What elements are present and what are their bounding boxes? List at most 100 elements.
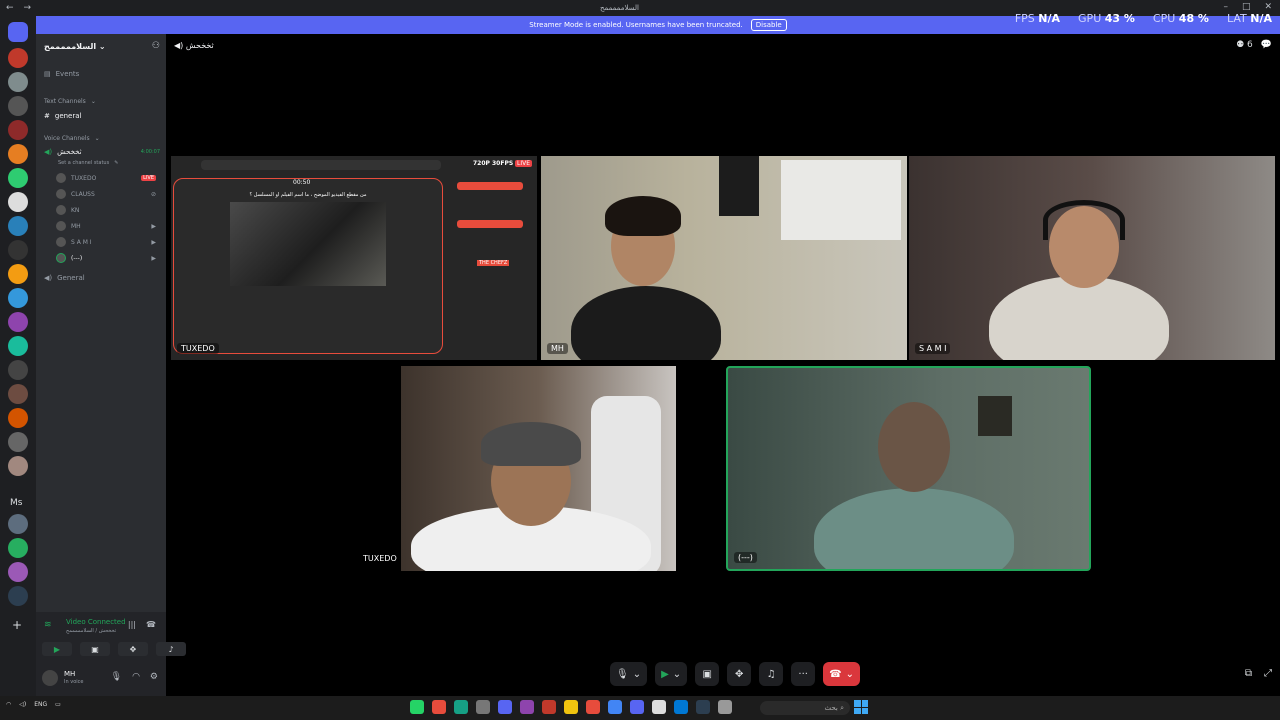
camera-toggle-button[interactable]: ▶ ⌄ — [655, 662, 688, 686]
server-icon[interactable] — [8, 336, 28, 356]
app-icon[interactable] — [498, 700, 512, 714]
server-icon[interactable] — [8, 264, 28, 284]
soundboard-button[interactable]: ♫ — [759, 662, 784, 686]
settings-gear-icon[interactable]: ⚙ — [150, 672, 158, 682]
discord-icon[interactable] — [630, 700, 644, 714]
microphone-button[interactable]: 🎙 ⌄ — [610, 662, 648, 686]
fullscreen-icon[interactable]: ⤢ — [1264, 668, 1272, 679]
server-folder-icon[interactable]: Ms — [10, 498, 22, 508]
screen-share-button[interactable]: ▣ — [80, 642, 110, 656]
voice-channel-status[interactable]: Set a channel status ✎ — [58, 160, 138, 166]
add-server-icon[interactable]: + — [12, 618, 22, 632]
app-icon[interactable] — [696, 700, 710, 714]
close-icon[interactable]: ✕ — [1264, 2, 1272, 12]
server-icon[interactable] — [8, 192, 28, 212]
stream-quality: 720P 30FPS — [473, 160, 514, 167]
server-name[interactable]: السلامممممح ⌄ — [44, 42, 106, 51]
video-tile-speaking[interactable]: (---) — [726, 366, 1091, 571]
voice-user[interactable]: CLAUSS ⊘ — [56, 189, 156, 199]
voice-channels-category[interactable]: Voice Channels ⌄ — [44, 135, 160, 142]
server-icon[interactable] — [8, 48, 28, 68]
app-icon[interactable] — [542, 700, 556, 714]
start-windows-icon[interactable] — [854, 700, 868, 714]
avatar — [56, 253, 66, 263]
voice-channel-general[interactable]: ◀) General — [44, 274, 160, 282]
server-icon[interactable] — [8, 408, 28, 428]
disable-streamer-mode-button[interactable]: Disable — [750, 19, 787, 31]
chrome-icon[interactable] — [608, 700, 622, 714]
server-icon[interactable] — [8, 538, 28, 558]
voice-channel-active[interactable]: ◀) ثخخحش 4:00:07 — [44, 148, 160, 156]
noise-suppression-icon[interactable]: ||| — [128, 620, 136, 629]
file-explorer-icon[interactable] — [564, 700, 578, 714]
chat-icon[interactable]: 💬 — [1261, 40, 1272, 50]
app-icon[interactable] — [586, 700, 600, 714]
voice-user[interactable]: TUXEDO LIVE — [56, 173, 156, 183]
cpu-stat: CPU 48 % — [1152, 12, 1209, 25]
server-icon[interactable] — [8, 562, 28, 582]
server-icon[interactable] — [8, 384, 28, 404]
server-icon[interactable] — [8, 312, 28, 332]
edge-icon[interactable] — [674, 700, 688, 714]
server-icon[interactable] — [8, 96, 28, 116]
app-icon[interactable] — [476, 700, 490, 714]
server-icon[interactable] — [8, 288, 28, 308]
camera-button[interactable]: ▶ — [42, 642, 72, 656]
camera-icon: ▶ — [151, 254, 156, 262]
server-icon[interactable] — [8, 514, 28, 534]
member-count[interactable]: ⚉ 6 — [1236, 40, 1253, 50]
server-icon[interactable] — [8, 456, 28, 476]
channel-general[interactable]: # general — [44, 112, 160, 120]
voice-user[interactable]: KN — [56, 205, 156, 215]
avatar[interactable] — [42, 670, 58, 686]
server-icon[interactable] — [8, 360, 28, 380]
server-icon[interactable] — [8, 216, 28, 236]
windows-taskbar: ◠ ◁) ENG ▭ بحث ⌕ — [0, 696, 1280, 720]
server-icon[interactable] — [8, 586, 28, 606]
app-icon[interactable] — [520, 700, 534, 714]
volume-icon[interactable]: ◁) — [19, 701, 26, 708]
screen-share-button[interactable]: ▣ — [695, 662, 720, 686]
battery-icon[interactable]: ▭ — [55, 701, 61, 708]
soundboard-button[interactable]: ♪ — [156, 642, 186, 656]
activities-button[interactable]: ✥ — [727, 662, 752, 686]
app-icon[interactable] — [652, 700, 666, 714]
more-button[interactable]: ··· — [791, 662, 816, 686]
app-icon[interactable] — [432, 700, 446, 714]
avatar — [56, 237, 66, 247]
wifi-icon[interactable]: ◠ — [6, 701, 11, 708]
keyboard-language[interactable]: ENG — [34, 701, 47, 708]
forward-arrow-icon[interactable]: → — [24, 3, 32, 13]
headphones-icon[interactable]: ◠ — [132, 672, 140, 682]
server-icon[interactable] — [8, 240, 28, 260]
popout-icon[interactable]: ⧉ — [1245, 668, 1252, 679]
video-tile-tuxedo-camera[interactable] — [401, 366, 676, 571]
app-icon[interactable] — [718, 700, 732, 714]
disconnect-icon[interactable]: ☎ — [146, 620, 156, 629]
discord-home-icon[interactable] — [8, 22, 28, 42]
microphone-icon[interactable]: 🎙 — [111, 672, 122, 682]
video-tile-mh[interactable]: MH — [541, 156, 907, 360]
maximize-icon[interactable]: □ — [1242, 2, 1251, 12]
voice-user[interactable]: S A M I ▶ — [56, 237, 156, 247]
back-arrow-icon[interactable]: ← — [6, 3, 14, 13]
taskbar-search[interactable]: بحث ⌕ — [760, 701, 850, 715]
minimize-icon[interactable]: – — [1223, 2, 1228, 12]
server-icon[interactable] — [8, 120, 28, 140]
stream-user-label: TUXEDO — [177, 343, 219, 354]
text-channels-category[interactable]: Text Channels ⌄ — [44, 98, 160, 105]
app-icon[interactable] — [454, 700, 468, 714]
events-item[interactable]: ▤ Events — [44, 70, 160, 78]
activities-button[interactable]: ✥ — [118, 642, 148, 656]
stream-tile-tuxedo[interactable]: 720P 30FPS LIVE 00:50 من مقطع الفيديو ال… — [171, 156, 537, 360]
server-icon[interactable] — [8, 432, 28, 452]
server-icon[interactable] — [8, 72, 28, 92]
server-icon[interactable] — [8, 168, 28, 188]
voice-user[interactable]: MH ▶ — [56, 221, 156, 231]
server-icon[interactable] — [8, 144, 28, 164]
voice-user[interactable]: (---) ▶ — [56, 253, 156, 263]
disconnect-button[interactable]: ☎ ⌄ — [823, 662, 861, 686]
video-tile-sami[interactable]: S A M I ··· — [909, 156, 1275, 360]
whatsapp-icon[interactable] — [410, 700, 424, 714]
add-member-icon[interactable]: ⚇ — [152, 41, 160, 51]
